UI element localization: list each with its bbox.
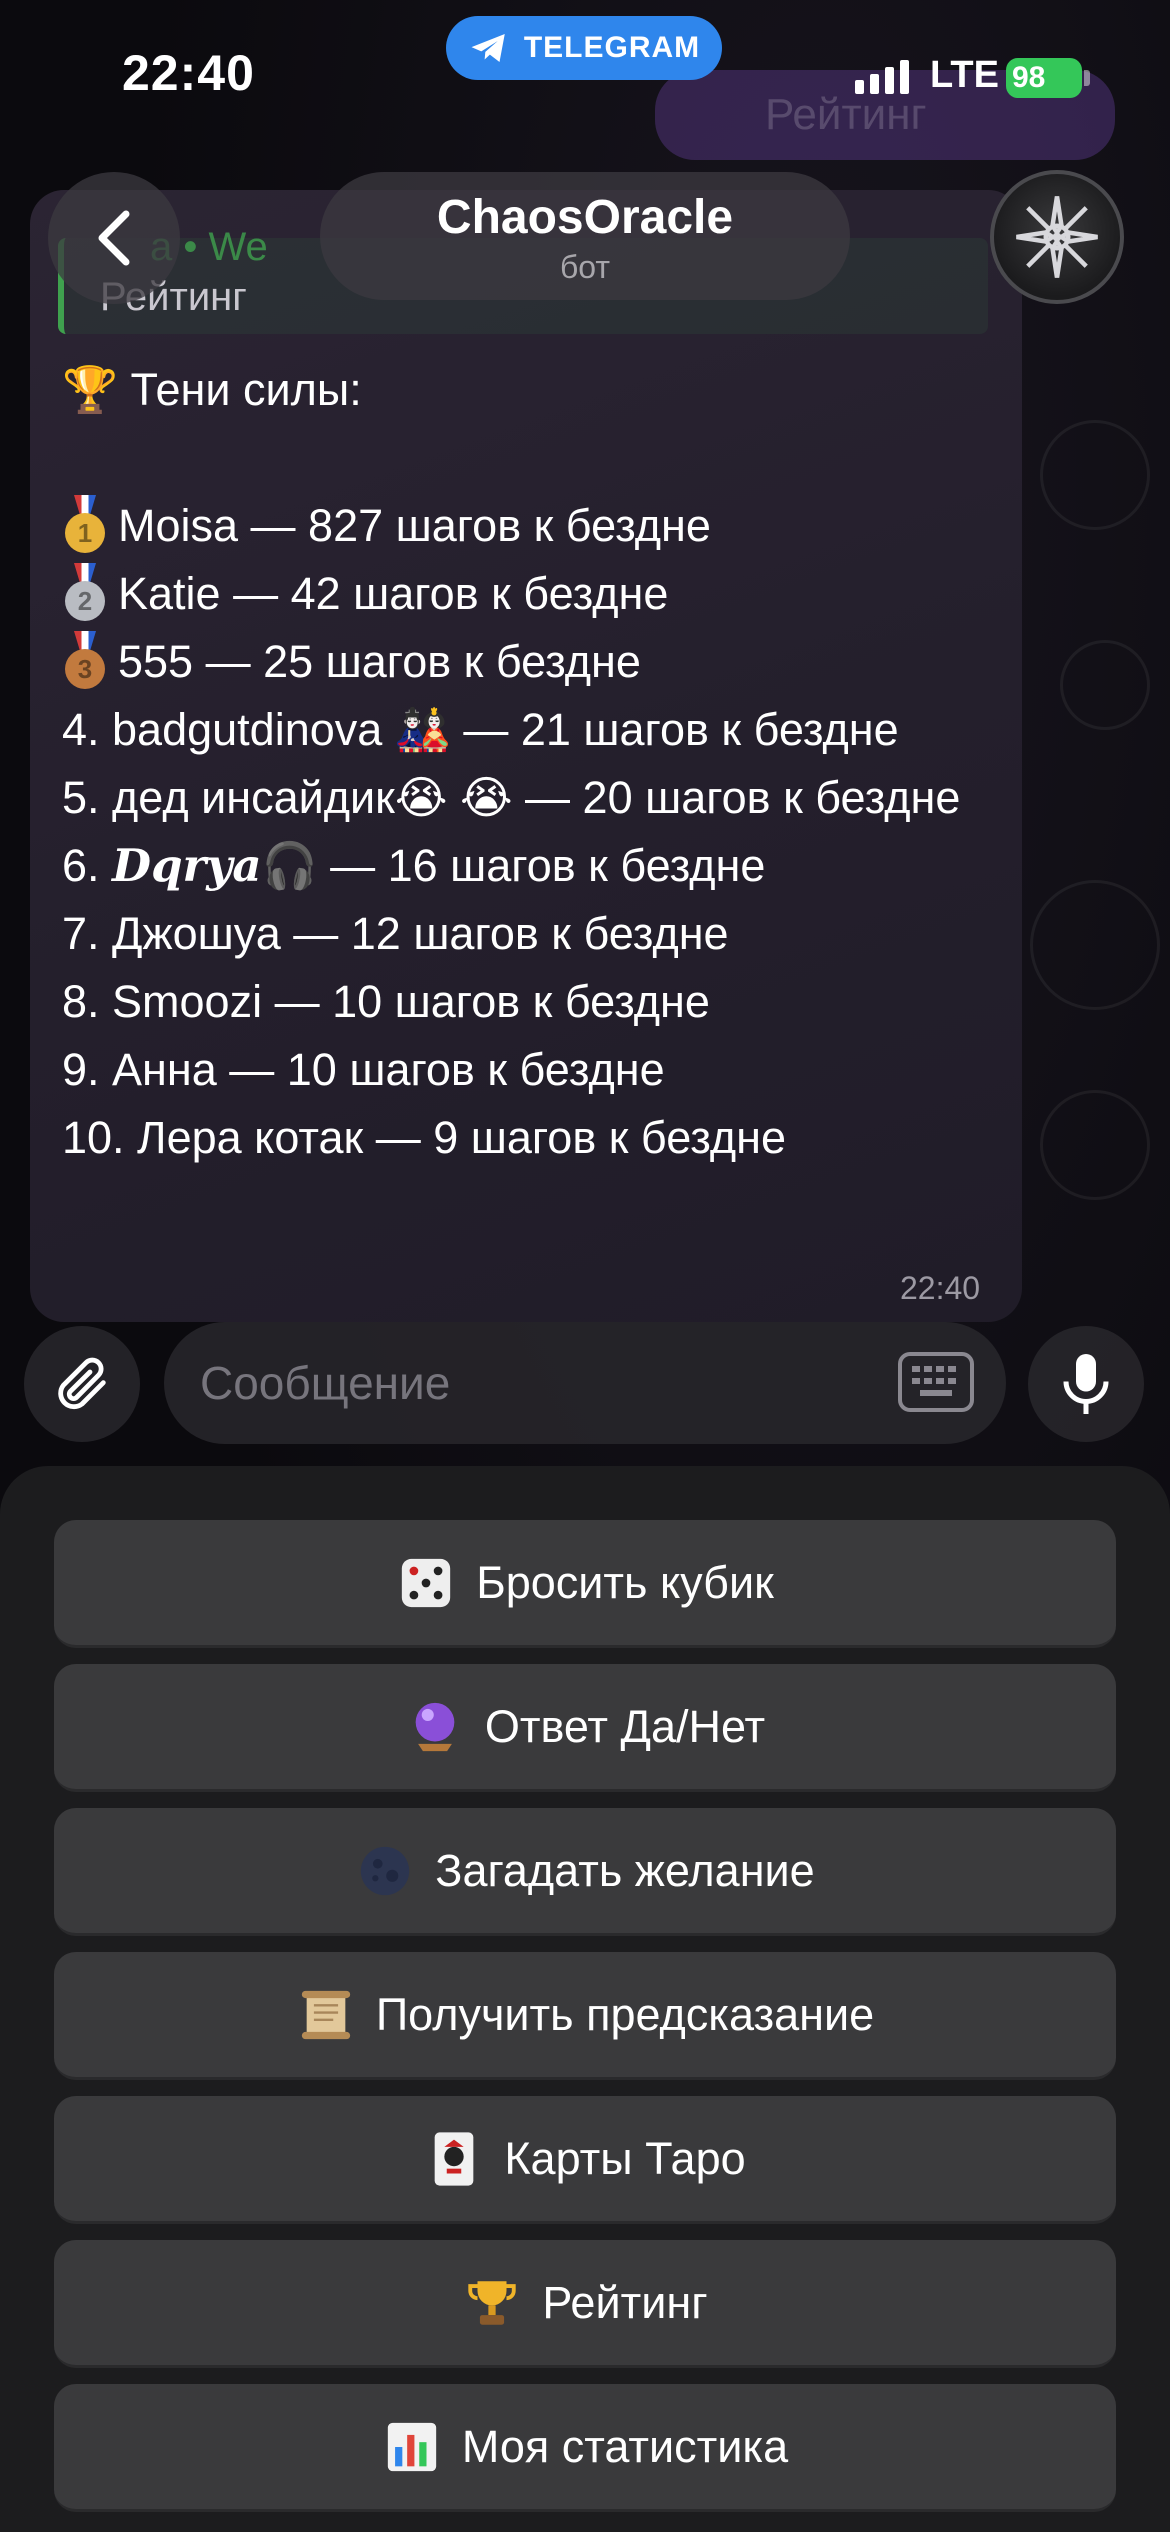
- crying-face-icon: 😭: [459, 772, 513, 823]
- paperclip-icon: [58, 1357, 106, 1410]
- dice-icon: [396, 1553, 456, 1613]
- message-time: 22:40: [900, 1270, 981, 1306]
- rank-5-text: — 20 шагов к бездне: [525, 772, 961, 823]
- battery-level: 98: [1012, 61, 1046, 94]
- screen: изменится. Рейтинг 22:40 TELEGRAM LTE 98…: [0, 0, 1170, 2532]
- bronze-medal-icon: 3: [62, 631, 108, 689]
- silver-medal-icon: 2: [62, 563, 108, 621]
- keyboard-toggle-icon[interactable]: [898, 1352, 974, 1412]
- message-heading: Тени силы:: [130, 364, 362, 415]
- make-wish-label: Загадать желание: [435, 1844, 815, 1896]
- crystal-ball-icon: [405, 1697, 465, 1757]
- rank-3-text: 555 — 25 шагов к бездне: [118, 636, 641, 687]
- my-statistics-button[interactable]: Моя статистика: [54, 2384, 1116, 2512]
- rank-line-4: 4. badgutdinova 🎎 — 21 шагов к бездне: [62, 696, 1002, 764]
- rating-button[interactable]: Рейтинг: [54, 2240, 1116, 2368]
- rank-5-name: 5. дед инсайдик: [62, 772, 395, 823]
- bot-subtitle: бот: [559, 249, 611, 285]
- network-type: LTE: [930, 54, 999, 96]
- rank-2-text: Katie — 42 шагов к бездне: [118, 568, 669, 619]
- rating-label: Рейтинг: [542, 2276, 708, 2328]
- bot-name: ChaosOracle: [436, 191, 734, 244]
- rank-line-6: 6. Dqrya🎧 — 16 шагов к бездне: [62, 832, 1002, 900]
- roll-dice-label: Бросить кубик: [476, 1556, 774, 1608]
- rank-6-text: — 16 шагов к бездне: [330, 840, 766, 891]
- back-button[interactable]: [48, 172, 180, 304]
- message-heading-line: 🏆 Тени силы:: [62, 356, 1002, 424]
- rank-line-2: 2 Katie — 42 шагов к бездне: [62, 560, 1002, 628]
- rank-6-number: 6.: [62, 840, 100, 891]
- background-ghost-text: изменится.: [60, 0, 286, 10]
- microphone-icon: [1063, 1354, 1109, 1414]
- wallpaper-doodle: [1060, 640, 1150, 730]
- message-input[interactable]: [200, 1344, 820, 1422]
- message-input-field[interactable]: [164, 1322, 1006, 1444]
- rank-line-3: 3 555 — 25 шагов к бездне: [62, 628, 1002, 696]
- rank-line-9: 9. Анна — 10 шагов к бездне: [62, 1044, 665, 1095]
- dolls-icon: 🎎: [394, 704, 451, 755]
- gold-medal-icon: 1: [62, 495, 108, 553]
- crying-face-icon: 😭: [394, 772, 448, 823]
- bot-avatar[interactable]: [990, 170, 1124, 304]
- yes-no-answer-button[interactable]: Ответ Да/Нет: [54, 1664, 1116, 1792]
- rank-line-10: 10. Лера котак — 9 шагов к бездне: [62, 1112, 787, 1163]
- headphones-icon: 🎧: [261, 840, 318, 891]
- trophy-icon: 🏆: [62, 364, 119, 415]
- message-text: 🏆 Тени силы: 1 Moisa — 827 шагов к бездне…: [62, 356, 1002, 1172]
- chat-title[interactable]: ChaosOracle бот: [320, 172, 850, 300]
- scroll-icon: [296, 1985, 356, 2045]
- my-statistics-label: Моя статистика: [461, 2420, 789, 2472]
- telegram-badge-label: TELEGRAM: [523, 31, 701, 64]
- trophy-icon: [462, 2273, 522, 2333]
- battery-tip: [1084, 70, 1090, 86]
- rank-1-text: Moisa — 827 шагов к бездне: [118, 500, 711, 551]
- telegram-plane-icon: [471, 34, 505, 62]
- rank-line-5: 5. дед инсайдик😭 😭 — 20 шагов к бездне: [62, 764, 1002, 832]
- voice-record-button[interactable]: [1028, 1326, 1144, 1442]
- signal-icon: [855, 60, 909, 94]
- background-ghost-pill-text: Рейтинг: [765, 90, 927, 139]
- make-wish-button[interactable]: Загадать желание: [54, 1808, 1116, 1936]
- roll-dice-button[interactable]: Бросить кубик: [54, 1520, 1116, 1648]
- telegram-badge[interactable]: TELEGRAM: [446, 16, 722, 80]
- chaos-star-icon: [1016, 196, 1098, 278]
- wallpaper-doodle: [1030, 880, 1160, 1010]
- wallpaper-doodle: [1040, 1090, 1150, 1200]
- rank-6-name: Dqrya: [112, 839, 262, 892]
- status-time: 22:40: [122, 45, 255, 101]
- joker-card-icon: [424, 2129, 484, 2189]
- bar-chart-icon: [382, 2417, 442, 2477]
- moon-icon: [355, 1841, 415, 1901]
- rank-4-text: — 21 шагов к бездне: [463, 704, 899, 755]
- chevron-left-icon: [98, 210, 130, 266]
- battery-icon: 98: [1006, 58, 1082, 98]
- rank-line-7: 7. Джошуа — 12 шагов к бездне: [62, 908, 729, 959]
- tarot-cards-label: Карты Таро: [504, 2132, 746, 2184]
- get-prediction-label: Получить предсказание: [375, 1988, 875, 2040]
- rank-4-name: 4. badgutdinova: [62, 704, 383, 755]
- attach-button[interactable]: [24, 1326, 140, 1442]
- wallpaper-doodle: [1040, 420, 1150, 530]
- get-prediction-button[interactable]: Получить предсказание: [54, 1952, 1116, 2080]
- rank-line-8: 8. Smoozi — 10 шагов к бездне: [62, 976, 710, 1027]
- yes-no-answer-label: Ответ Да/Нет: [484, 1700, 766, 1752]
- rank-line-1: 1 Moisa — 827 шагов к бездне: [62, 492, 1002, 560]
- tarot-cards-button[interactable]: Карты Таро: [54, 2096, 1116, 2224]
